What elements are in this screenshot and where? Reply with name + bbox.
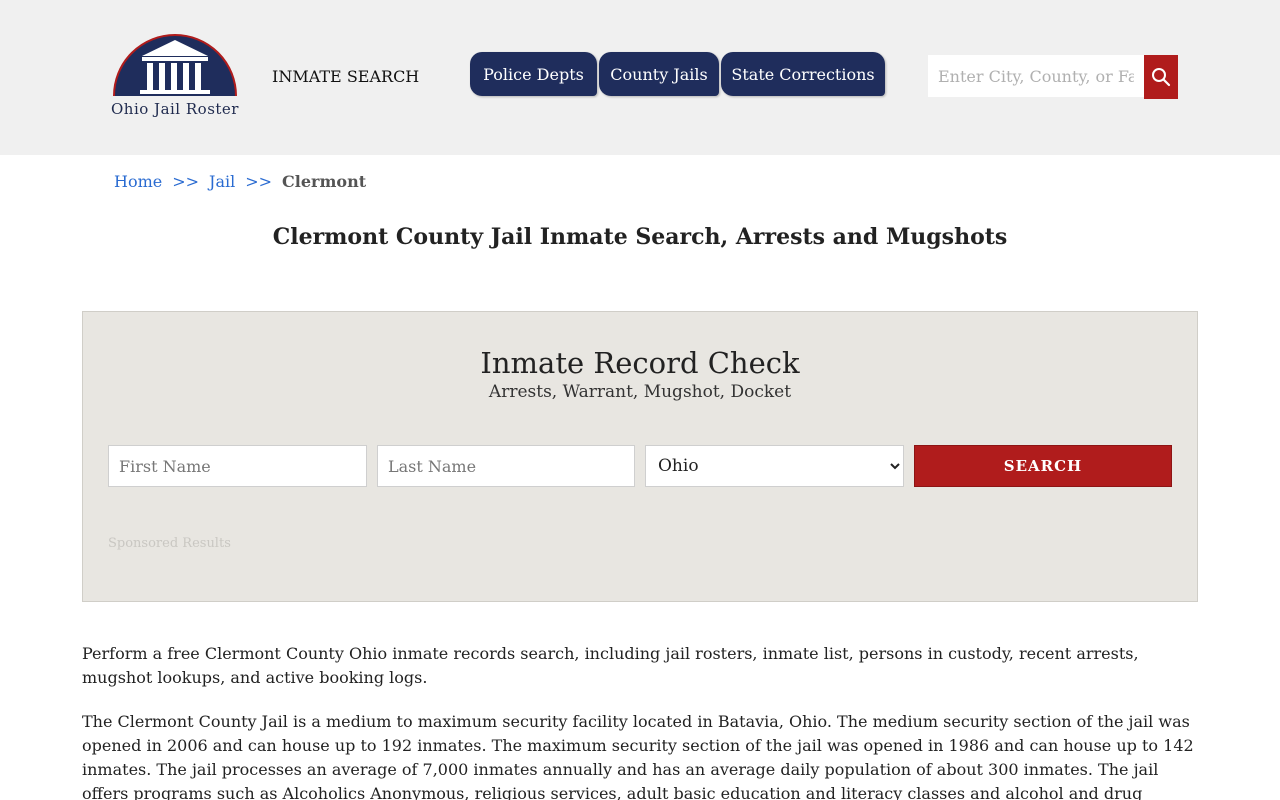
record-check-title: Inmate Record Check xyxy=(480,346,800,380)
courthouse-logo-icon xyxy=(113,34,237,97)
last-name-input[interactable] xyxy=(377,445,635,487)
jail-description-paragraph: The Clermont County Jail is a medium to … xyxy=(82,712,1194,800)
intro-paragraph: Perform a free Clermont County Ohio inma… xyxy=(82,644,1139,687)
nav-tab-state-corrections[interactable]: State Corrections xyxy=(721,52,885,96)
first-name-input[interactable] xyxy=(108,445,367,487)
state-select[interactable]: Ohio xyxy=(645,445,904,487)
inmate-search-link[interactable]: INMATE SEARCH xyxy=(272,67,419,86)
record-search-button[interactable]: SEARCH xyxy=(914,445,1172,487)
inmate-record-check: Inmate Record Check Arrests, Warrant, Mu… xyxy=(82,311,1198,602)
breadcrumb-separator: >> xyxy=(245,172,273,191)
page-title: Clermont County Jail Inmate Search, Arre… xyxy=(272,224,1008,250)
breadcrumb-separator: >> xyxy=(172,172,200,191)
breadcrumb: Home >> Jail >> Clermont xyxy=(114,172,366,191)
logo-text: Ohio Jail Roster xyxy=(111,100,239,118)
breadcrumb-current: Clermont xyxy=(282,172,367,191)
search-icon xyxy=(1152,68,1171,87)
nav-tab-county-jails[interactable]: County Jails xyxy=(599,52,719,96)
site-search-button[interactable] xyxy=(1144,55,1178,99)
sponsored-results-label: Sponsored Results xyxy=(108,536,231,551)
site-search xyxy=(928,55,1178,99)
site-search-input[interactable] xyxy=(928,55,1144,97)
nav-tab-police-depts[interactable]: Police Depts xyxy=(470,52,597,96)
breadcrumb-jail[interactable]: Jail xyxy=(209,172,235,191)
breadcrumb-home[interactable]: Home xyxy=(114,172,162,191)
record-check-subtitle: Arrests, Warrant, Mugshot, Docket xyxy=(488,382,792,402)
main-nav: Police Depts County Jails State Correcti… xyxy=(470,52,887,96)
site-logo[interactable]: Ohio Jail Roster xyxy=(100,30,250,125)
site-header: Ohio Jail Roster INMATE SEARCH Police De… xyxy=(0,0,1280,155)
